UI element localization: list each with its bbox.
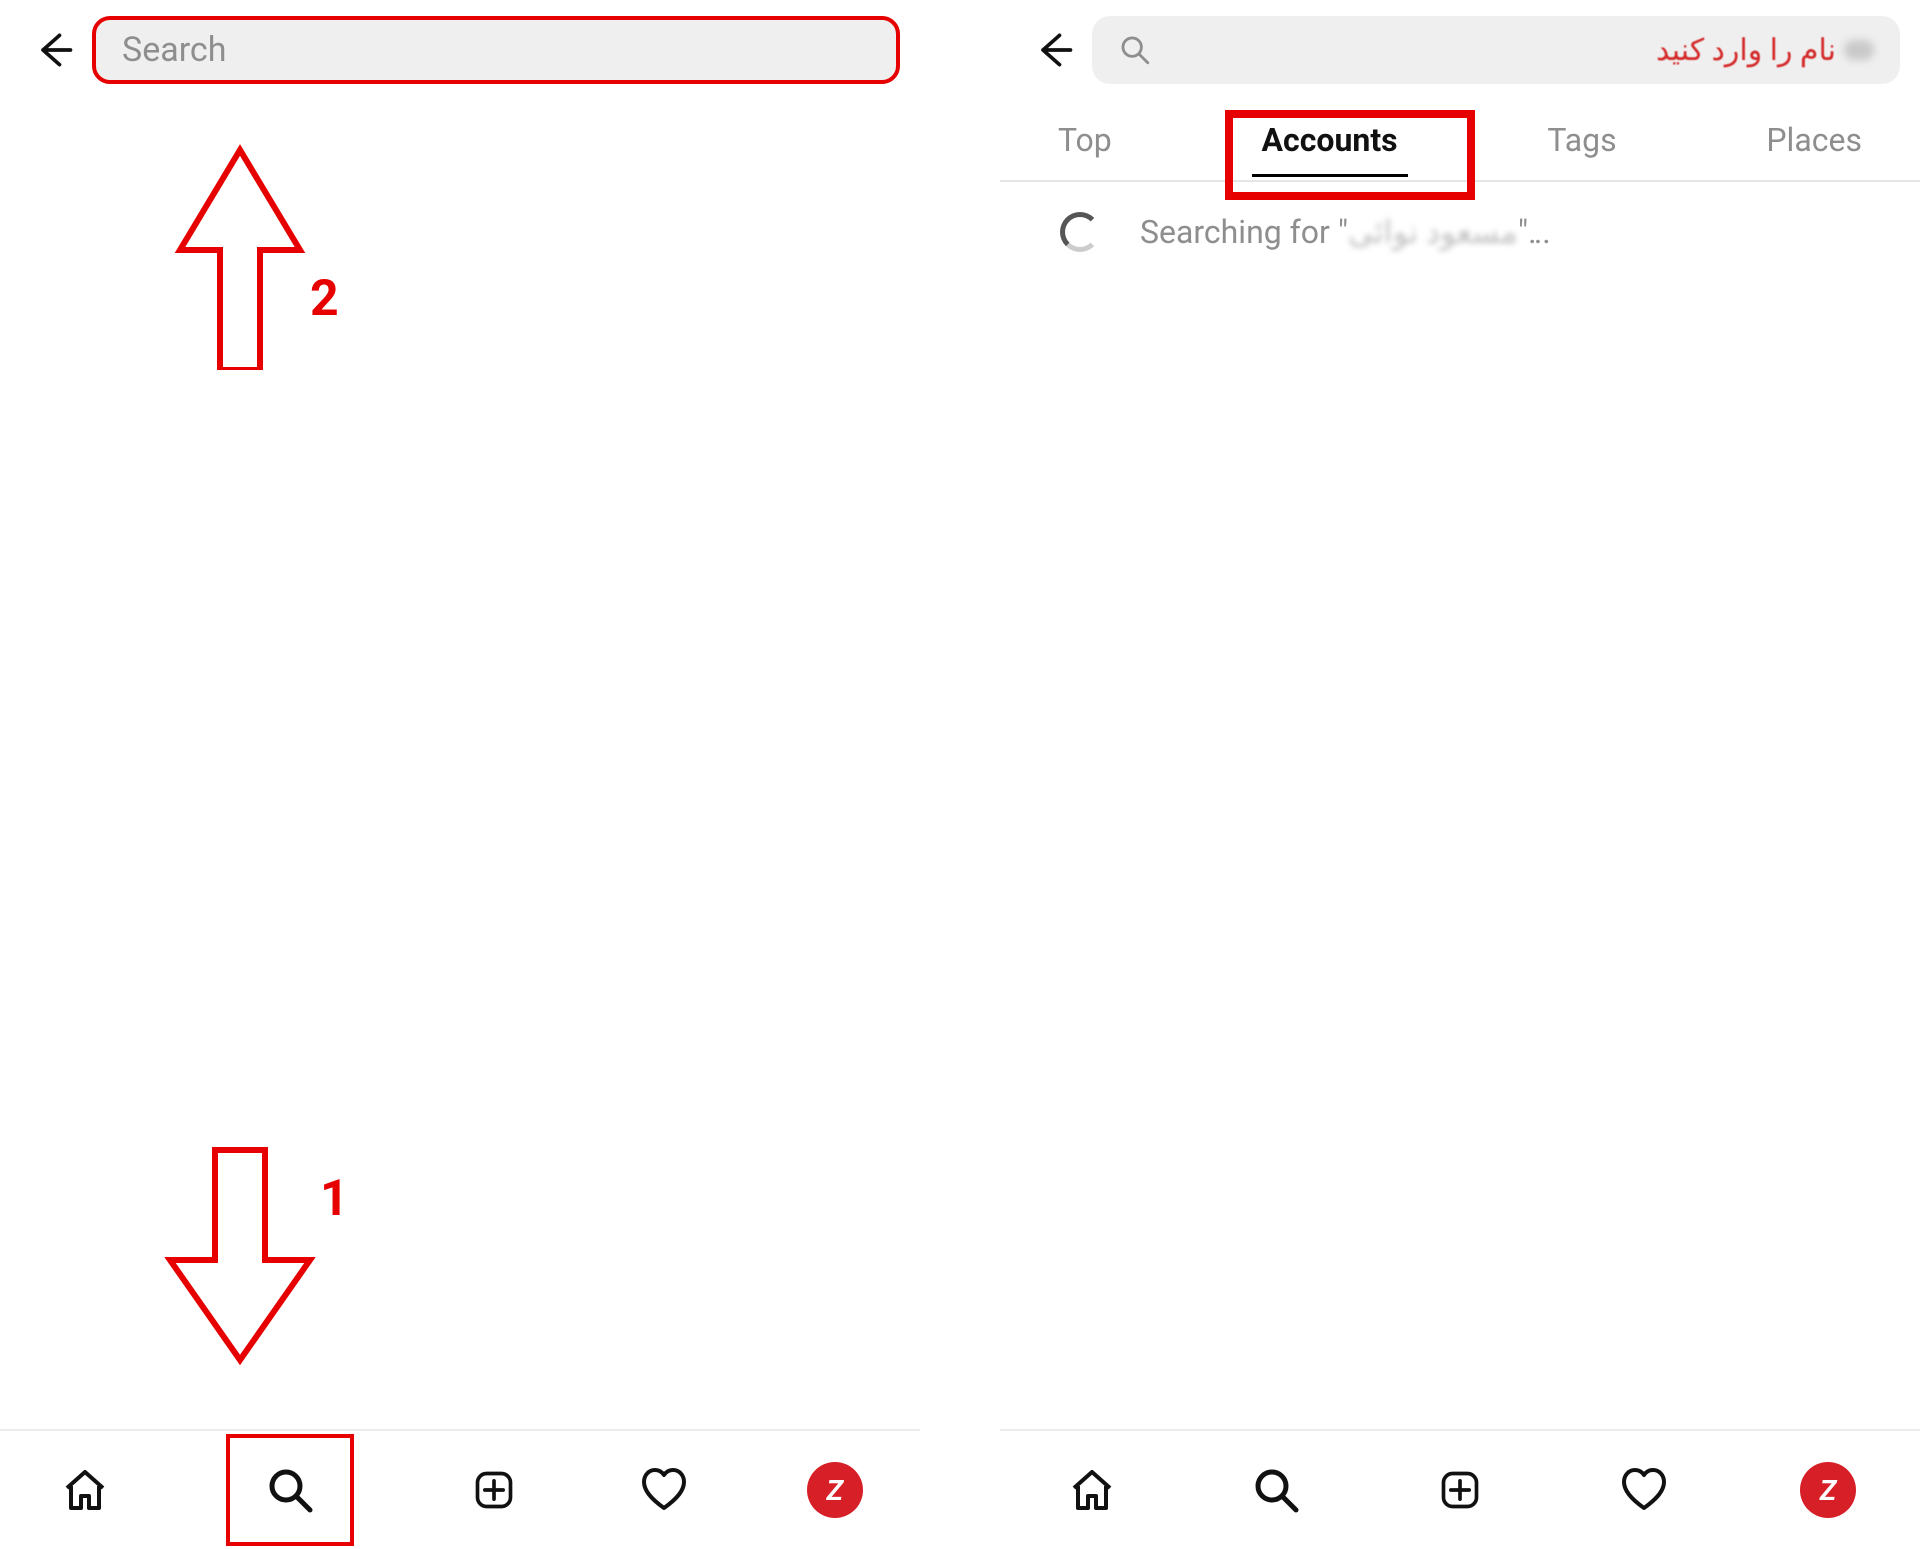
search-input[interactable]: Search bbox=[92, 16, 900, 84]
home-icon bbox=[1068, 1466, 1116, 1514]
nav-home[interactable] bbox=[1062, 1460, 1122, 1520]
search-placeholder: Search bbox=[122, 30, 226, 70]
annotation-label-2: 2 bbox=[310, 270, 339, 328]
back-arrow-icon bbox=[32, 28, 76, 72]
add-post-icon bbox=[1438, 1468, 1482, 1512]
nav-search[interactable] bbox=[1246, 1460, 1306, 1520]
bottom-nav: Z bbox=[0, 1429, 920, 1549]
search-icon bbox=[1252, 1466, 1300, 1514]
spinner-icon bbox=[1060, 212, 1100, 252]
search-icon bbox=[266, 1466, 314, 1514]
phone-screen-left: Search 2 1 bbox=[0, 0, 920, 1549]
searching-row: Searching for "مسعود نوائی"... bbox=[1000, 182, 1920, 282]
profile-badge-letter: Z bbox=[1820, 1474, 1837, 1507]
annotation-label-1: 1 bbox=[320, 1170, 349, 1228]
searching-suffix: "... bbox=[1518, 213, 1551, 251]
search-tabs: Top Accounts Tags Places bbox=[1000, 100, 1920, 182]
search-input[interactable]: نام را وارد کنید bbox=[1092, 16, 1900, 84]
profile-badge-icon: Z bbox=[807, 1462, 863, 1518]
tab-top[interactable]: Top bbox=[1040, 111, 1130, 169]
profile-badge-letter: Z bbox=[827, 1474, 844, 1507]
home-icon bbox=[61, 1466, 109, 1514]
searching-text: Searching for "مسعود نوائی"... bbox=[1140, 213, 1551, 251]
add-post-icon bbox=[472, 1468, 516, 1512]
nav-add[interactable] bbox=[464, 1460, 524, 1520]
nav-search-highlight bbox=[226, 1434, 354, 1546]
tab-accounts[interactable]: Accounts bbox=[1244, 111, 1416, 169]
back-arrow-icon bbox=[1032, 28, 1076, 72]
heart-icon bbox=[640, 1466, 688, 1514]
back-button[interactable] bbox=[1030, 26, 1078, 74]
nav-profile[interactable]: Z bbox=[1798, 1460, 1858, 1520]
searching-prefix: Searching for " bbox=[1140, 213, 1348, 251]
arrow-down-icon bbox=[140, 1140, 340, 1370]
search-placeholder-fa: نام را وارد کنید bbox=[1656, 33, 1836, 68]
nav-activity[interactable] bbox=[1614, 1460, 1674, 1520]
arrow-up-icon bbox=[150, 140, 330, 370]
nav-profile[interactable]: Z bbox=[805, 1460, 865, 1520]
nav-add[interactable] bbox=[1430, 1460, 1490, 1520]
nav-home[interactable] bbox=[55, 1460, 115, 1520]
search-row: نام را وارد کنید bbox=[1000, 0, 1920, 100]
nav-search[interactable] bbox=[260, 1460, 320, 1520]
nav-activity[interactable] bbox=[634, 1460, 694, 1520]
search-row: Search bbox=[0, 0, 920, 100]
phone-screen-right: نام را وارد کنید Top Accounts Tags Place… bbox=[1000, 0, 1920, 1549]
annotation-arrow-down: 1 bbox=[140, 1140, 340, 1370]
back-button[interactable] bbox=[30, 26, 78, 74]
heart-icon bbox=[1620, 1466, 1668, 1514]
tab-tags[interactable]: Tags bbox=[1529, 111, 1634, 169]
bottom-nav: Z bbox=[1000, 1429, 1920, 1549]
searching-query-blurred: مسعود نوائی bbox=[1348, 213, 1518, 251]
search-icon bbox=[1118, 33, 1152, 67]
blurred-text bbox=[1844, 40, 1874, 60]
annotation-arrow-up: 2 bbox=[150, 140, 330, 370]
profile-badge-icon: Z bbox=[1800, 1462, 1856, 1518]
tab-places[interactable]: Places bbox=[1748, 111, 1880, 169]
